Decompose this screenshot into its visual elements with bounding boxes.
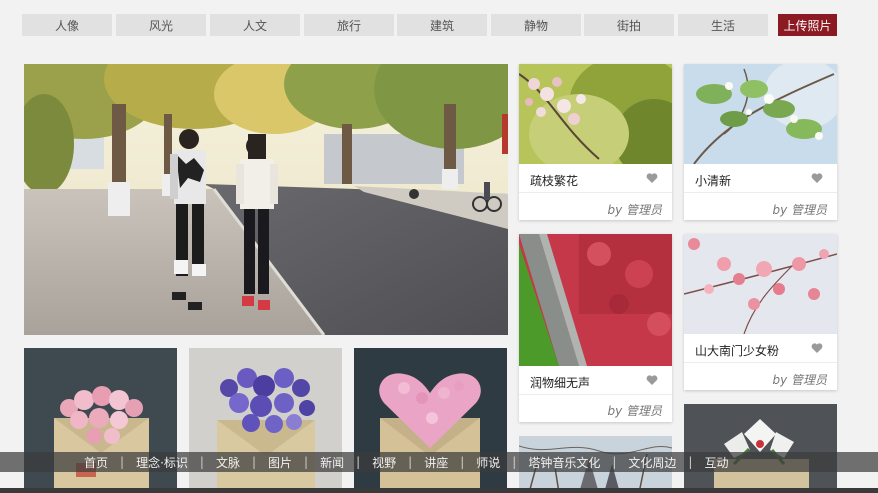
featured-photo[interactable]	[24, 64, 508, 335]
nav-separator: |	[199, 455, 204, 469]
category-tab-architecture[interactable]: 建筑	[397, 14, 487, 36]
nav-separator: |	[304, 455, 309, 469]
heart-icon[interactable]	[646, 172, 658, 184]
nav-interaction[interactable]: 互动	[704, 454, 728, 471]
photo-card-image[interactable]	[519, 234, 672, 366]
photo-card-title[interactable]: 润物细无声	[530, 374, 590, 391]
divider	[684, 362, 837, 363]
photo-card[interactable]: 山大南门少女粉 by 管理员	[684, 234, 837, 390]
category-tab-travel[interactable]: 旅行	[304, 14, 394, 36]
nav-separator: |	[688, 455, 693, 469]
photo-card-author: by 管理员	[607, 203, 662, 217]
nav-news[interactable]: 新闻	[320, 454, 344, 471]
nav-horizon[interactable]: 视野	[372, 454, 396, 471]
category-tab-landscape[interactable]: 风光	[116, 14, 206, 36]
nav-separator: |	[408, 455, 413, 469]
photo-card-author: by 管理员	[607, 404, 662, 418]
category-tab-still-life[interactable]: 静物	[491, 14, 581, 36]
photo-card-title[interactable]: 疏枝繁花	[530, 172, 578, 189]
photo-lily-envelope[interactable]	[684, 404, 837, 493]
nav-cultural-heritage[interactable]: 文脉	[216, 454, 240, 471]
photo-card-author: by 管理员	[772, 373, 827, 387]
category-tab-portrait[interactable]: 人像	[22, 14, 112, 36]
photo-card[interactable]: 疏枝繁花 by 管理员	[519, 64, 672, 220]
photo-card-author: by 管理员	[772, 203, 827, 217]
photo-card-title[interactable]: 小清新	[695, 172, 731, 189]
photo-card-title[interactable]: 山大南门少女粉	[695, 342, 779, 359]
nav-cultural-merchandise[interactable]: 文化周边	[628, 454, 676, 471]
divider	[519, 394, 672, 395]
nav-separator: |	[512, 455, 517, 469]
nav-separator: |	[251, 455, 256, 469]
heart-icon[interactable]	[811, 172, 823, 184]
nav-separator: |	[612, 455, 617, 469]
nav-philosophy-identity[interactable]: 理念·标识	[136, 454, 188, 471]
nav-separator: |	[356, 455, 361, 469]
divider	[684, 192, 837, 193]
heart-icon[interactable]	[646, 374, 658, 386]
photo-card[interactable]: 小清新 by 管理员	[684, 64, 837, 220]
nav-teachers-say[interactable]: 师说	[476, 454, 500, 471]
category-tab-life[interactable]: 生活	[678, 14, 768, 36]
nav-pictures[interactable]: 图片	[268, 454, 292, 471]
photo-card[interactable]: 润物细无声 by 管理员	[519, 234, 672, 422]
nav-clock-tower-music[interactable]: 塔钟音乐文化	[528, 454, 600, 471]
category-tab-street[interactable]: 街拍	[584, 14, 674, 36]
nav-lectures[interactable]: 讲座	[424, 454, 448, 471]
category-tab-humanities[interactable]: 人文	[210, 14, 300, 36]
photo-card-image[interactable]	[519, 64, 672, 164]
bottom-navigation: 首页 | 理念·标识 | 文脉 | 图片 | 新闻 | 视野 | 讲座 | 师说…	[0, 452, 878, 472]
upload-photo-button[interactable]: 上传照片	[778, 14, 837, 36]
bottom-strip	[0, 488, 878, 493]
divider	[519, 192, 672, 193]
nav-separator: |	[460, 455, 465, 469]
heart-icon[interactable]	[811, 342, 823, 354]
nav-home[interactable]: 首页	[84, 454, 108, 471]
nav-separator: |	[120, 455, 125, 469]
photo-card-image[interactable]	[684, 234, 837, 334]
featured-photo-image	[24, 64, 508, 335]
photo-card-image[interactable]	[684, 64, 837, 164]
